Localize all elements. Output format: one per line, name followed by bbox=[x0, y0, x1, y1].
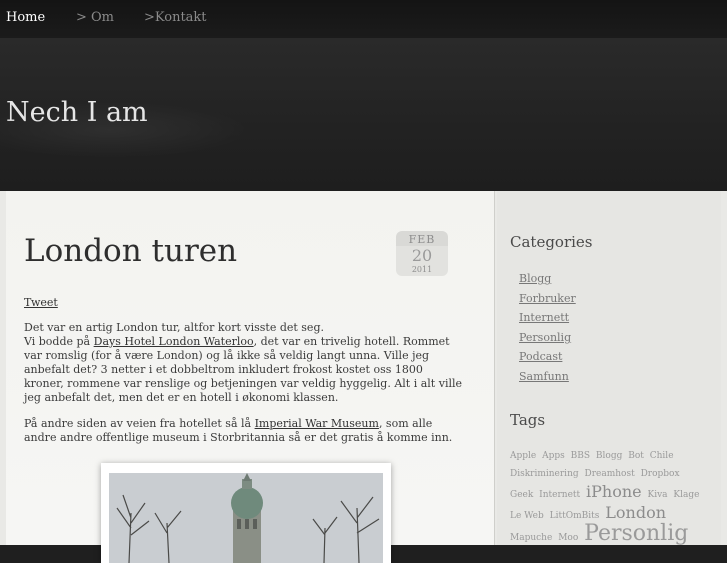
post-date-month: FEB bbox=[396, 231, 448, 246]
tag-link[interactable]: iPhone bbox=[586, 482, 642, 501]
category-list: Blogg Forbruker Internett Personlig Podc… bbox=[519, 269, 576, 387]
post-photo-frame bbox=[101, 463, 391, 563]
hotel-link[interactable]: Days Hotel London Waterloo bbox=[94, 335, 254, 348]
tag-cloud: Apple Apps BBS Blogg Bot Chile Diskrimin… bbox=[510, 447, 710, 547]
tag-link[interactable]: Diskriminering bbox=[510, 469, 579, 479]
tag-link[interactable]: Internett bbox=[539, 490, 580, 500]
museum-link[interactable]: Imperial War Museum bbox=[255, 417, 379, 430]
category-link-forbruker[interactable]: Forbruker bbox=[519, 292, 576, 305]
post-date-day: 20 bbox=[396, 246, 448, 265]
post-text: Det var en artig London tur, altfor kort… bbox=[24, 321, 324, 334]
post-title[interactable]: London turen bbox=[24, 233, 237, 269]
post-text: Vi bodde på bbox=[24, 335, 94, 348]
tag-link[interactable]: Chile bbox=[650, 451, 674, 461]
tag-link[interactable]: Dreamhost bbox=[585, 469, 635, 479]
tag-link[interactable]: LittOmBits bbox=[550, 511, 600, 521]
site-title[interactable]: Nech I am bbox=[6, 97, 148, 128]
nav-kontakt-link[interactable]: >Kontakt bbox=[144, 10, 207, 25]
post-text: På andre siden av veien fra hotellet så … bbox=[24, 417, 255, 430]
categories-heading: Categories bbox=[510, 233, 593, 251]
post-date-year: 2011 bbox=[396, 265, 448, 276]
category-link-internett[interactable]: Internett bbox=[519, 311, 569, 324]
tag-link[interactable]: Geek bbox=[510, 490, 533, 500]
category-link-blogg[interactable]: Blogg bbox=[519, 272, 551, 285]
tag-link[interactable]: Apple bbox=[510, 451, 536, 461]
category-link-personlig[interactable]: Personlig bbox=[519, 331, 571, 344]
tags-heading: Tags bbox=[510, 411, 546, 429]
nav-home-link[interactable]: Home bbox=[6, 10, 45, 25]
category-item: Samfunn bbox=[519, 367, 576, 387]
category-item: Personlig bbox=[519, 328, 576, 348]
tag-link[interactable]: Le Web bbox=[510, 511, 544, 521]
tag-link[interactable]: Moo bbox=[558, 533, 578, 543]
category-item: Blogg bbox=[519, 269, 576, 289]
sidebar: Categories Blogg Forbruker Internett Per… bbox=[497, 191, 721, 545]
category-item: Podcast bbox=[519, 347, 576, 367]
category-item: Internett bbox=[519, 308, 576, 328]
tag-link[interactable]: Kiva bbox=[647, 490, 667, 500]
tag-link[interactable]: Klage bbox=[673, 490, 699, 500]
tag-link[interactable]: Personlig bbox=[584, 521, 688, 546]
nav-om-link[interactable]: > Om bbox=[76, 10, 114, 25]
tag-link[interactable]: Dropbox bbox=[641, 469, 680, 479]
post-paragraph-1: Det var en artig London tur, altfor kort… bbox=[24, 321, 464, 405]
post-body: Det var en artig London tur, altfor kort… bbox=[24, 321, 464, 457]
category-link-samfunn[interactable]: Samfunn bbox=[519, 370, 569, 383]
category-link-podcast[interactable]: Podcast bbox=[519, 350, 562, 363]
tag-link[interactable]: Apps bbox=[542, 451, 565, 461]
content-area: London turen FEB 20 2011 Tweet Det var e… bbox=[0, 191, 727, 563]
museum-photo[interactable] bbox=[109, 473, 383, 563]
tag-link[interactable]: Blogg bbox=[596, 451, 622, 461]
tag-link[interactable]: Mapuche bbox=[510, 533, 552, 543]
museum-photo-illustration bbox=[109, 473, 383, 563]
tag-link[interactable]: BBS bbox=[571, 451, 590, 461]
tag-link[interactable]: Bot bbox=[628, 451, 644, 461]
post-column: London turen FEB 20 2011 Tweet Det var e… bbox=[6, 191, 495, 563]
top-navigation: Home > Om >Kontakt bbox=[0, 0, 727, 39]
category-item: Forbruker bbox=[519, 289, 576, 309]
tag-link[interactable]: London bbox=[605, 503, 666, 522]
site-header: Nech I am bbox=[0, 38, 727, 191]
tweet-button[interactable]: Tweet bbox=[24, 296, 58, 309]
post-paragraph-2: På andre siden av veien fra hotellet så … bbox=[24, 417, 464, 445]
post-date-badge: FEB 20 2011 bbox=[396, 231, 448, 289]
